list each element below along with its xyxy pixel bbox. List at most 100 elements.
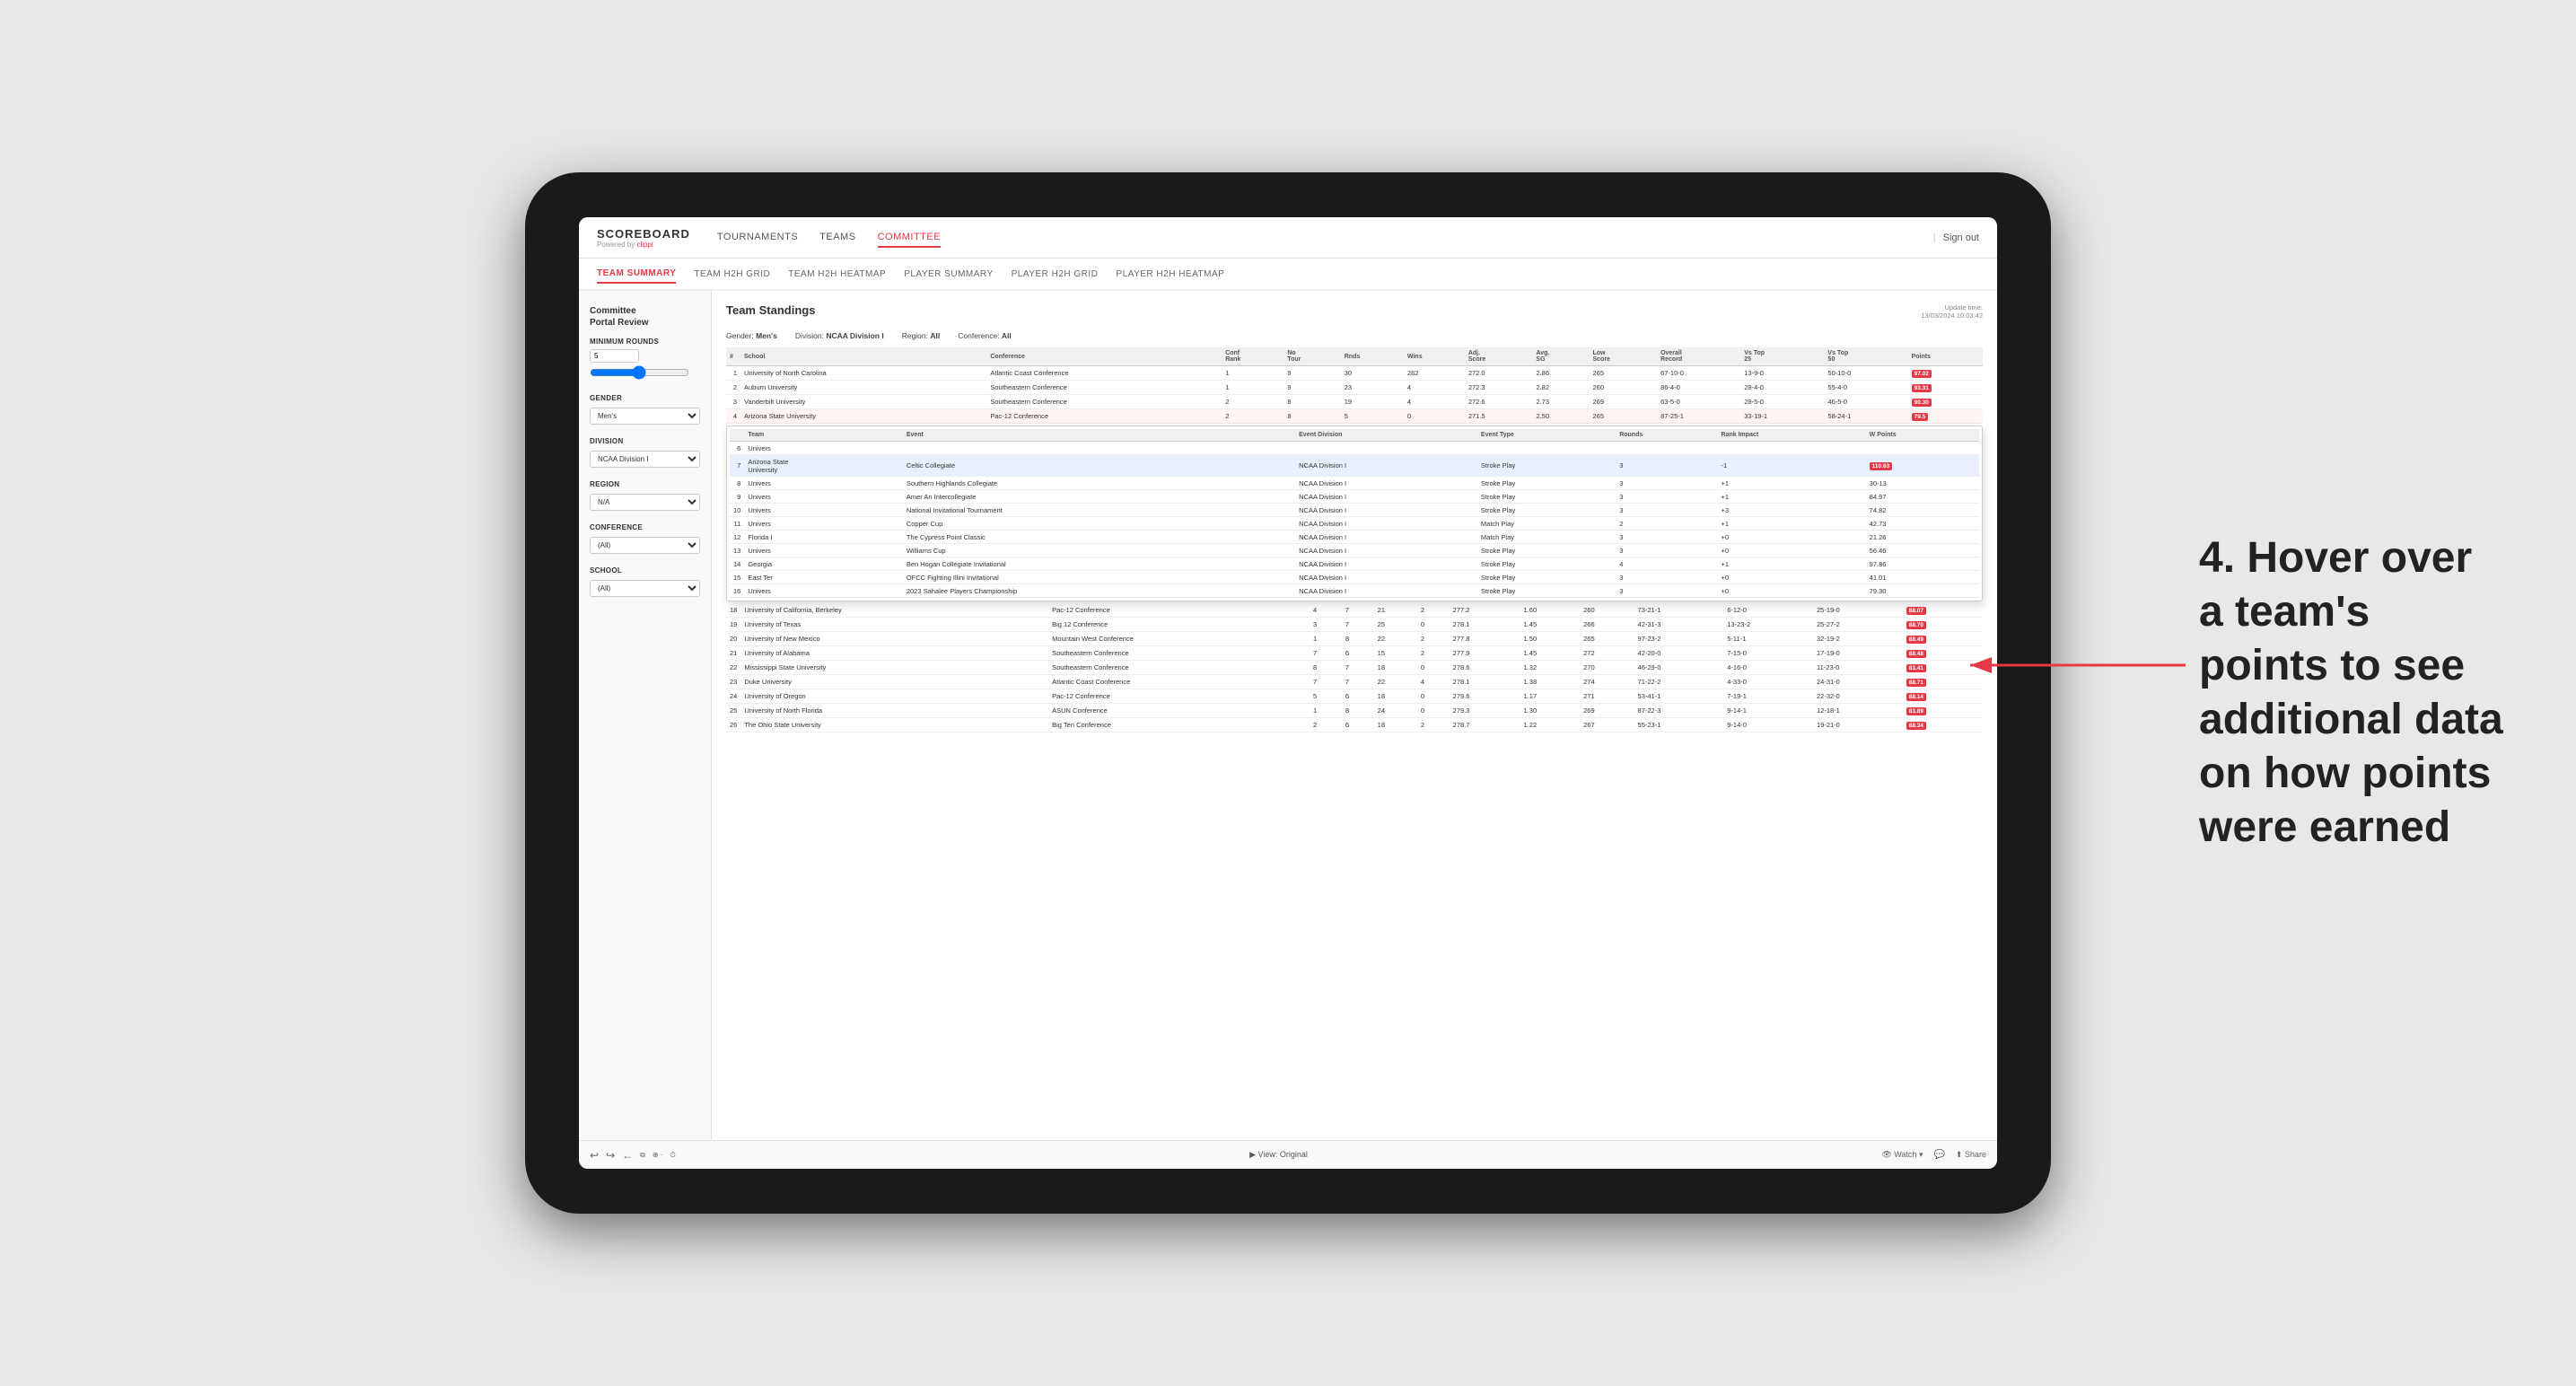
sidebar: CommitteePortal Review Minimum Rounds Ge… [579, 291, 712, 1140]
list-item: 13 Univers Williams Cup NCAA Division I … [730, 544, 1979, 557]
col-vs50: Vs Top50 [1824, 347, 1907, 366]
nav-bar: SCOREBOARD Powered by clippi TOURNAMENTS… [579, 217, 1997, 259]
filter-gender: Gender: Men's [726, 331, 777, 340]
list-item: 12 Florida I The Cypress Point Classic N… [730, 531, 1979, 544]
logo-title: SCOREBOARD [597, 227, 690, 241]
content-panel: Team Standings Update time: 13/03/2024 1… [712, 291, 1997, 1140]
col-low-score: LowScore [1589, 347, 1657, 366]
table-row: 20 University of New Mexico Mountain Wes… [726, 632, 1983, 646]
list-item: 8 Univers Southern Highlands Collegiate … [730, 477, 1979, 490]
tooltip-header: Team Event Event Division Event Type Rou… [730, 429, 1979, 442]
region-select[interactable]: N/A All [590, 494, 700, 511]
tab-team-summary[interactable]: TEAM SUMMARY [597, 265, 676, 284]
standings-title-block: Team Standings [726, 303, 815, 322]
nav-committee[interactable]: COMMITTEE [878, 228, 942, 248]
clock-button[interactable]: ⏱ [670, 1151, 675, 1160]
filter-region: Region: All [902, 331, 941, 340]
annotation-text: 4. Hover over a team's points to see add… [2199, 531, 2504, 855]
school-select[interactable]: (All) [590, 580, 700, 597]
standings-table: # School Conference ConfRank NoTour Rnds… [726, 347, 1983, 424]
logo: SCOREBOARD Powered by clippi [597, 227, 690, 249]
filter-division: Division: NCAA Division I [795, 331, 884, 340]
col-points: Points [1908, 347, 1983, 366]
col-adj-score: Adj.Score [1465, 347, 1533, 366]
list-item: 11 Univers Copper Cup NCAA Division I Ma… [730, 517, 1979, 531]
sidebar-gender: Gender Men's Women's [590, 394, 700, 425]
table-row: 23 Duke University Atlantic Coast Confer… [726, 675, 1983, 689]
sidebar-school: School (All) [590, 566, 700, 597]
list-item: 6 Univers [730, 442, 1979, 455]
list-item: 9 Univers Amer An Intercollegiate NCAA D… [730, 490, 1979, 504]
sidebar-conference: Conference (All) [590, 523, 700, 554]
tooltip-table: Team Event Event Division Event Type Rou… [730, 429, 1979, 598]
bottom-toolbar: ↩ ↪ ← ⧉ ⊕ · ⏱ ▶ View: Original 👁 Watch ▾… [579, 1140, 1997, 1169]
tablet-frame: SCOREBOARD Powered by clippi TOURNAMENTS… [525, 172, 2051, 1214]
share-button[interactable]: ⬆ Share [1956, 1150, 1986, 1160]
redo-button[interactable]: ↪ [606, 1149, 615, 1162]
table-row: 18 University of California, Berkeley Pa… [726, 603, 1983, 618]
table-header-row: # School Conference ConfRank NoTour Rnds… [726, 347, 1983, 366]
table-row: 2 Auburn University Southeastern Confere… [726, 381, 1983, 395]
tab-player-summary[interactable]: PLAYER SUMMARY [904, 266, 993, 283]
logo-sub: Powered by clippi [597, 241, 690, 249]
list-item: 16 Univers 2023 Sahalee Players Champion… [730, 584, 1979, 598]
col-no-tour: NoTour [1284, 347, 1340, 366]
more-button[interactable]: ⊕ · [653, 1151, 663, 1159]
tab-team-h2h-heatmap[interactable]: TEAM H2H HEATMAP [788, 266, 886, 283]
nav-divider: | [1933, 232, 1936, 243]
table-row: 3 Vanderbilt University Southeastern Con… [726, 395, 1983, 409]
min-rounds-slider[interactable] [590, 365, 689, 380]
col-conf-rank: ConfRank [1222, 347, 1284, 366]
col-overall: OverallRecord [1657, 347, 1740, 366]
committee-header: Team Standings Update time: 13/03/2024 1… [726, 303, 1983, 322]
tab-player-h2h-grid[interactable]: PLAYER H2H GRID [1012, 266, 1099, 283]
watch-button[interactable]: 👁 Watch ▾ [1881, 1150, 1923, 1160]
toolbar-left: ↩ ↪ ← ⧉ ⊕ · ⏱ [590, 1149, 676, 1162]
sidebar-title: CommitteePortal Review [590, 305, 700, 329]
min-rounds-input[interactable] [590, 349, 639, 363]
sign-out-link[interactable]: Sign out [1943, 232, 1979, 243]
comment-button[interactable]: 💬 [1933, 1150, 1944, 1160]
tablet-screen: SCOREBOARD Powered by clippi TOURNAMENTS… [579, 217, 1997, 1169]
col-vs25: Vs Top25 [1740, 347, 1824, 366]
gender-select[interactable]: Men's Women's [590, 408, 700, 425]
team-standings-title: Team Standings [726, 303, 815, 317]
sub-nav: TEAM SUMMARY TEAM H2H GRID TEAM H2H HEAT… [579, 259, 1997, 291]
copy-button[interactable]: ⧉ [640, 1151, 645, 1160]
nav-items: TOURNAMENTS TEAMS COMMITTEE [717, 228, 1933, 248]
update-time: Update time: 13/03/2024 10:03:42 [1921, 303, 1983, 320]
table-row: 26 The Ohio State University Big Ten Con… [726, 718, 1983, 732]
table-row-highlighted: 4 Arizona State University Pac-12 Confer… [726, 409, 1983, 424]
main-content: CommitteePortal Review Minimum Rounds Ge… [579, 291, 1997, 1140]
sidebar-division: Division NCAA Division I NCAA Division I… [590, 437, 700, 468]
nav-tournaments[interactable]: TOURNAMENTS [717, 228, 798, 248]
standings-table-bottom: 18 University of California, Berkeley Pa… [726, 603, 1983, 732]
tab-player-h2h-heatmap[interactable]: PLAYER H2H HEATMAP [1116, 266, 1224, 283]
division-select[interactable]: NCAA Division I NCAA Division II NCAA Di… [590, 451, 700, 468]
table-row: 19 University of Texas Big 12 Conference… [726, 618, 1983, 632]
sidebar-region: Region N/A All [590, 480, 700, 511]
col-conference: Conference [986, 347, 1222, 366]
col-wins: Wins [1404, 347, 1465, 366]
list-item: 7 Arizona StateUniversity Celtic Collegi… [730, 455, 1979, 477]
table-row: 21 University of Alabama Southeastern Co… [726, 646, 1983, 661]
sidebar-min-rounds: Minimum Rounds [590, 338, 700, 382]
back-button[interactable]: ← [622, 1149, 633, 1162]
undo-button[interactable]: ↩ [590, 1149, 599, 1162]
list-item: 14 Georgia Ben Hogan Collegiate Invitati… [730, 557, 1979, 571]
col-rank: # [726, 347, 740, 366]
conference-select[interactable]: (All) [590, 537, 700, 554]
list-item: 10 Univers National Invitational Tournam… [730, 504, 1979, 517]
nav-teams[interactable]: TEAMS [819, 228, 855, 248]
points-tooltip: Team Event Event Division Event Type Rou… [726, 425, 1983, 601]
list-item: 15 East Ter OFCC Fighting Illini Invitat… [730, 571, 1979, 584]
col-school: School [740, 347, 986, 366]
filter-row: Gender: Men's Division: NCAA Division I … [726, 331, 1983, 340]
table-row: 22 Mississippi State University Southeas… [726, 661, 1983, 675]
view-original-btn[interactable]: ▶ View: Original [1249, 1150, 1308, 1160]
tab-team-h2h-grid[interactable]: TEAM H2H GRID [694, 266, 770, 283]
table-row: 25 University of North Florida ASUN Conf… [726, 704, 1983, 718]
table-row: 24 University of Oregon Pac-12 Conferenc… [726, 689, 1983, 704]
col-avg-sg: Avg.SG [1532, 347, 1589, 366]
red-arrow [1952, 629, 2204, 701]
